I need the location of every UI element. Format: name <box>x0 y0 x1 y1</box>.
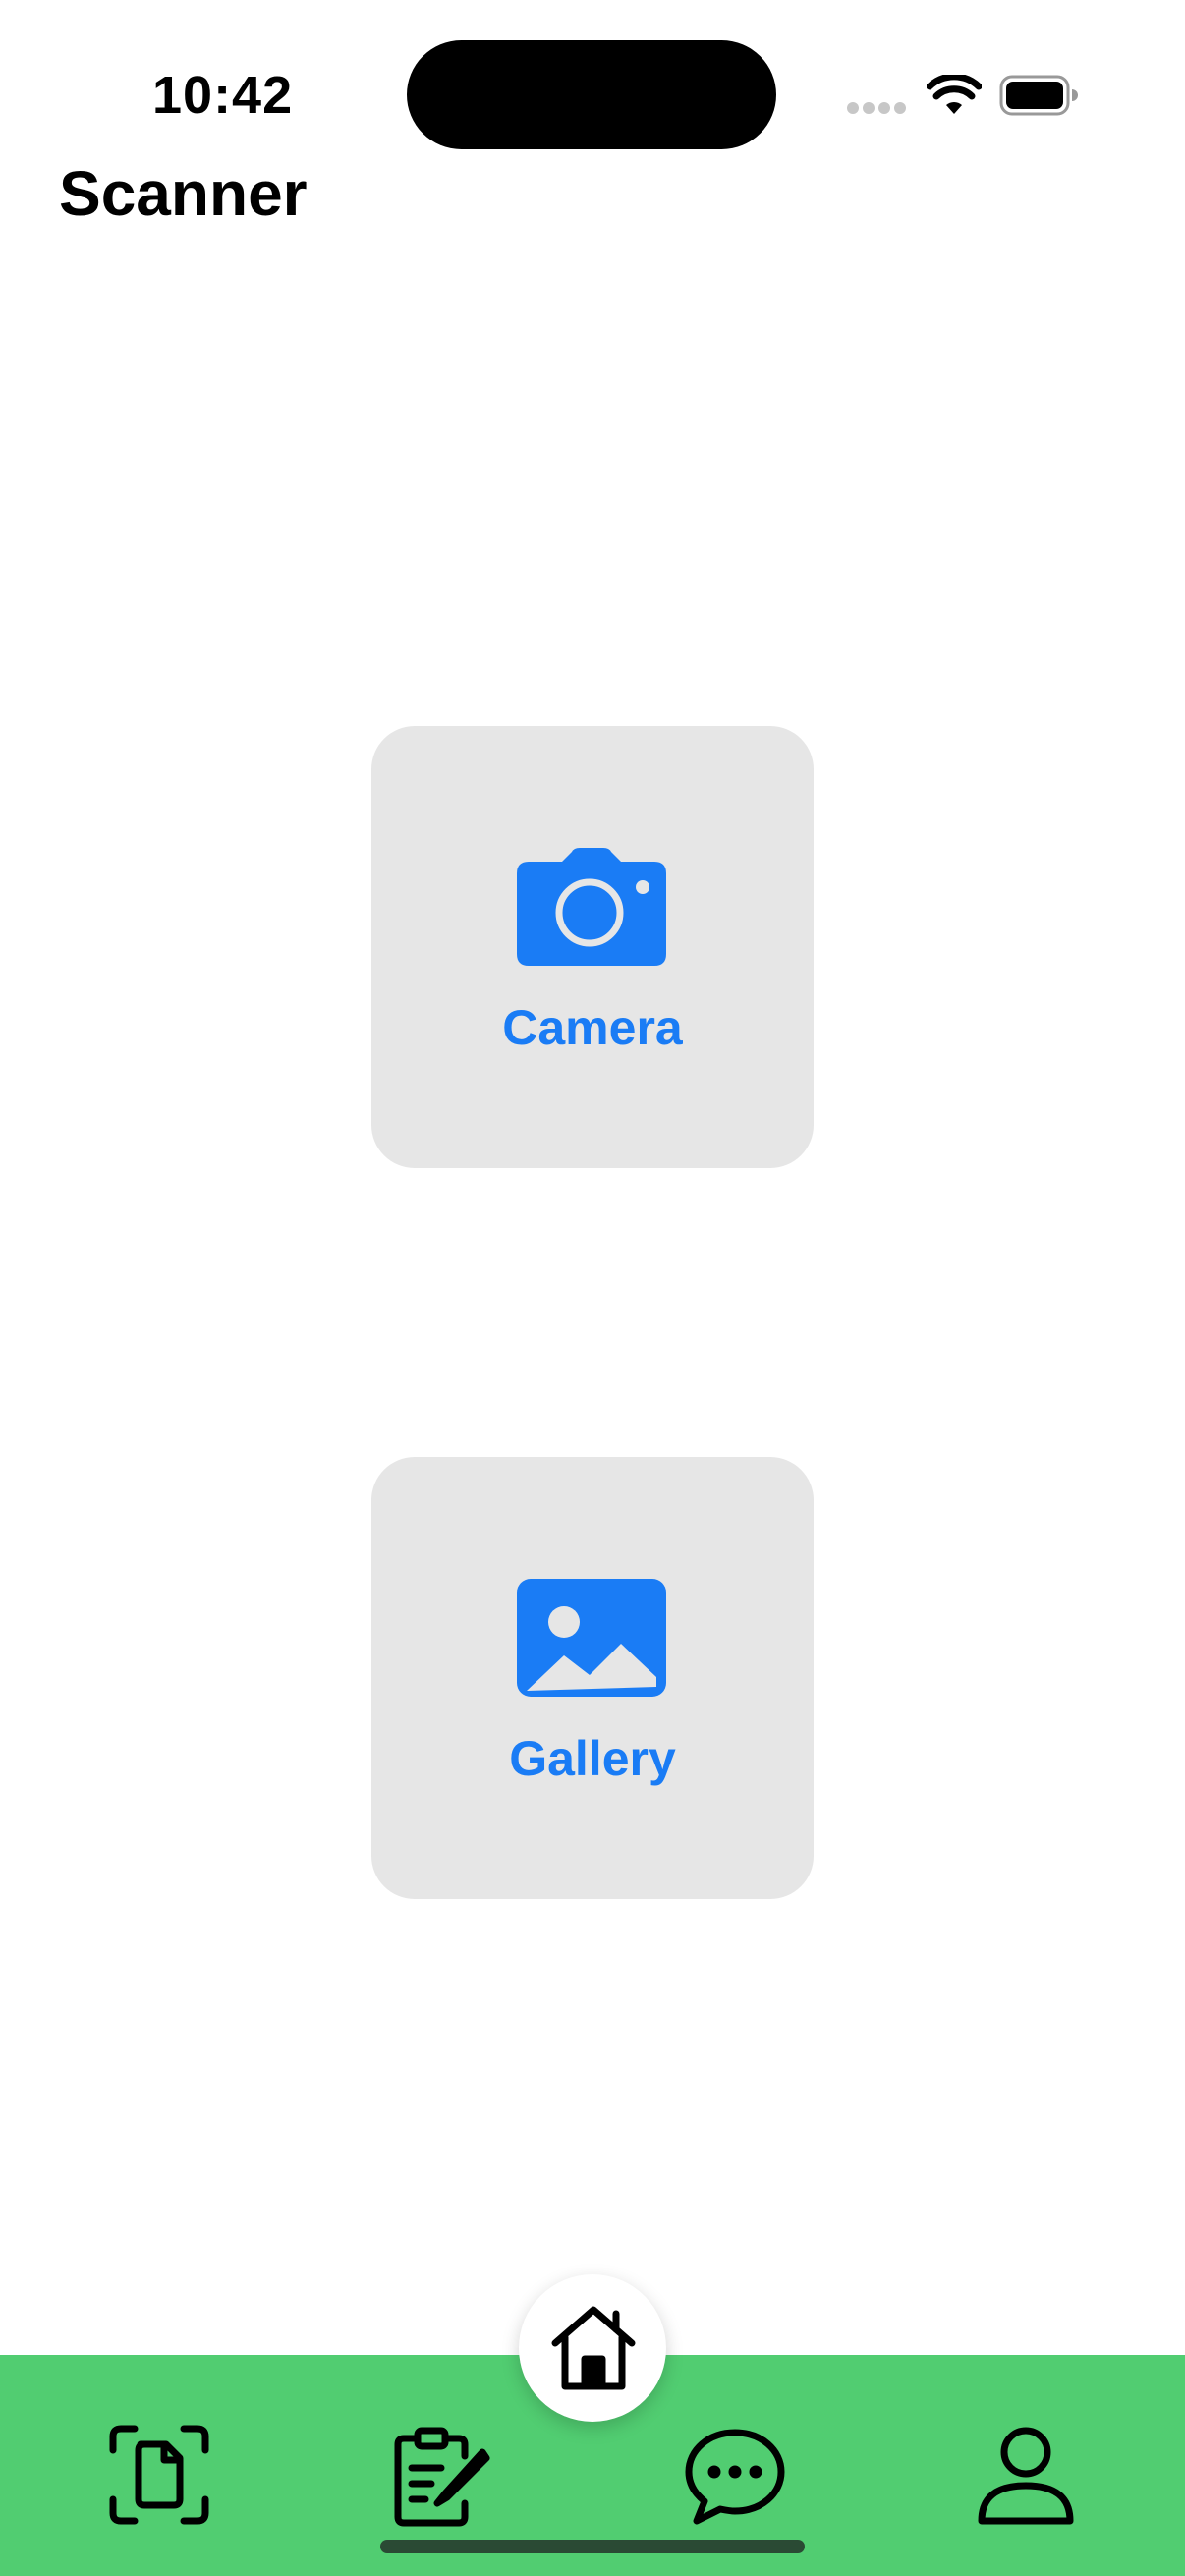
camera-icon <box>517 848 666 966</box>
gallery-button[interactable]: Gallery <box>371 1457 814 1899</box>
status-bar: 10:42 <box>0 0 1185 149</box>
tab-document-scan[interactable] <box>105 2421 213 2529</box>
camera-button[interactable]: Camera <box>371 726 814 1168</box>
signal-icon <box>847 102 908 116</box>
battery-icon <box>999 75 1078 116</box>
page-title: Scanner <box>59 158 308 229</box>
home-icon <box>551 2306 636 2390</box>
home-button[interactable] <box>519 2274 666 2422</box>
tab-clipboard[interactable] <box>386 2421 494 2529</box>
tab-chat[interactable] <box>681 2421 789 2529</box>
clipboard-edit-icon <box>394 2427 490 2527</box>
dynamic-island <box>407 40 776 149</box>
status-time: 10:42 <box>152 66 294 125</box>
document-scan-icon <box>109 2425 209 2525</box>
home-indicator <box>380 2540 805 2553</box>
wifi-icon <box>927 75 982 114</box>
chat-bubble-icon <box>685 2429 785 2525</box>
tab-profile[interactable] <box>972 2421 1080 2529</box>
gallery-label: Gallery <box>509 1731 676 1786</box>
person-icon <box>978 2427 1074 2525</box>
camera-label: Camera <box>502 1000 683 1055</box>
photo-icon <box>517 1579 666 1697</box>
